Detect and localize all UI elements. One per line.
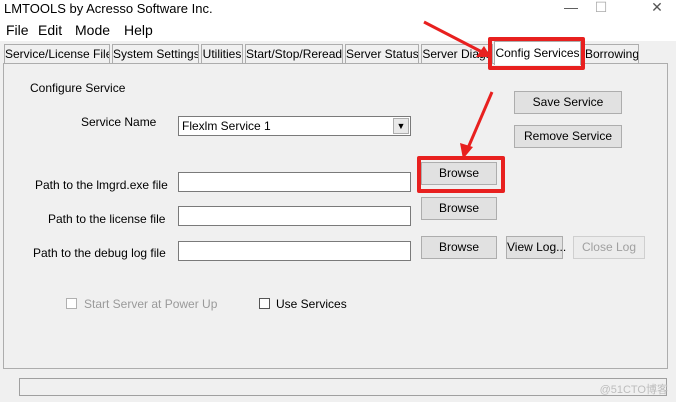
- menu-mode[interactable]: Mode: [75, 22, 110, 38]
- service-name-label: Service Name: [81, 115, 157, 129]
- tab-utilities[interactable]: Utilities: [201, 44, 243, 64]
- tab-server-status[interactable]: Server Status: [345, 44, 419, 64]
- chevron-down-icon[interactable]: ▼: [393, 118, 409, 134]
- menu-help[interactable]: Help: [124, 22, 153, 38]
- status-bar: [19, 378, 667, 396]
- lmgrd-path-input[interactable]: [178, 172, 411, 192]
- license-path-label: Path to the license file: [48, 212, 166, 226]
- service-name-select[interactable]: Flexlm Service 1 ▼: [178, 116, 411, 136]
- close-log-button: Close Log: [573, 236, 645, 259]
- tab-borrowing[interactable]: Borrowing: [584, 44, 639, 64]
- save-service-button[interactable]: Save Service: [514, 91, 622, 114]
- menu-edit[interactable]: Edit: [38, 22, 62, 38]
- debug-log-path-label: Path to the debug log file: [33, 246, 166, 260]
- use-services-checkbox[interactable]: [259, 298, 270, 309]
- tab-service-license-file[interactable]: Service/License File: [4, 44, 110, 64]
- browse-highlight: [417, 156, 505, 193]
- close-icon[interactable]: ✕: [642, 0, 672, 16]
- lmgrd-path-label: Path to the lmgrd.exe file: [35, 178, 168, 192]
- remove-service-button[interactable]: Remove Service: [514, 125, 622, 148]
- license-path-input[interactable]: [178, 206, 411, 226]
- tab-system-settings[interactable]: System Settings: [112, 44, 199, 64]
- config-services-highlight: [488, 37, 585, 70]
- menu-file[interactable]: File: [6, 22, 29, 38]
- minimize-icon[interactable]: —: [556, 0, 586, 16]
- tab-server-diags[interactable]: Server Diags: [421, 44, 493, 64]
- debug-log-path-input[interactable]: [178, 241, 411, 261]
- configure-service-heading: Configure Service: [30, 81, 126, 95]
- start-at-power-up-checkbox: [66, 298, 77, 309]
- tab-start-stop-reread[interactable]: Start/Stop/Reread: [245, 44, 343, 64]
- start-at-power-up-label: Start Server at Power Up: [84, 297, 218, 311]
- title-bar: LMTOOLS by Acresso Software Inc. — ☐ ✕: [0, 0, 676, 19]
- view-log-button[interactable]: View Log...: [506, 236, 566, 259]
- maximize-icon[interactable]: ☐: [586, 0, 616, 16]
- window-title: LMTOOLS by Acresso Software Inc.: [4, 1, 213, 16]
- use-services-label: Use Services: [276, 297, 347, 311]
- license-browse-button[interactable]: Browse: [421, 197, 497, 220]
- service-name-value: Flexlm Service 1: [182, 119, 271, 133]
- watermark: @51CTO博客: [599, 384, 668, 396]
- debug-log-browse-button[interactable]: Browse: [421, 236, 497, 259]
